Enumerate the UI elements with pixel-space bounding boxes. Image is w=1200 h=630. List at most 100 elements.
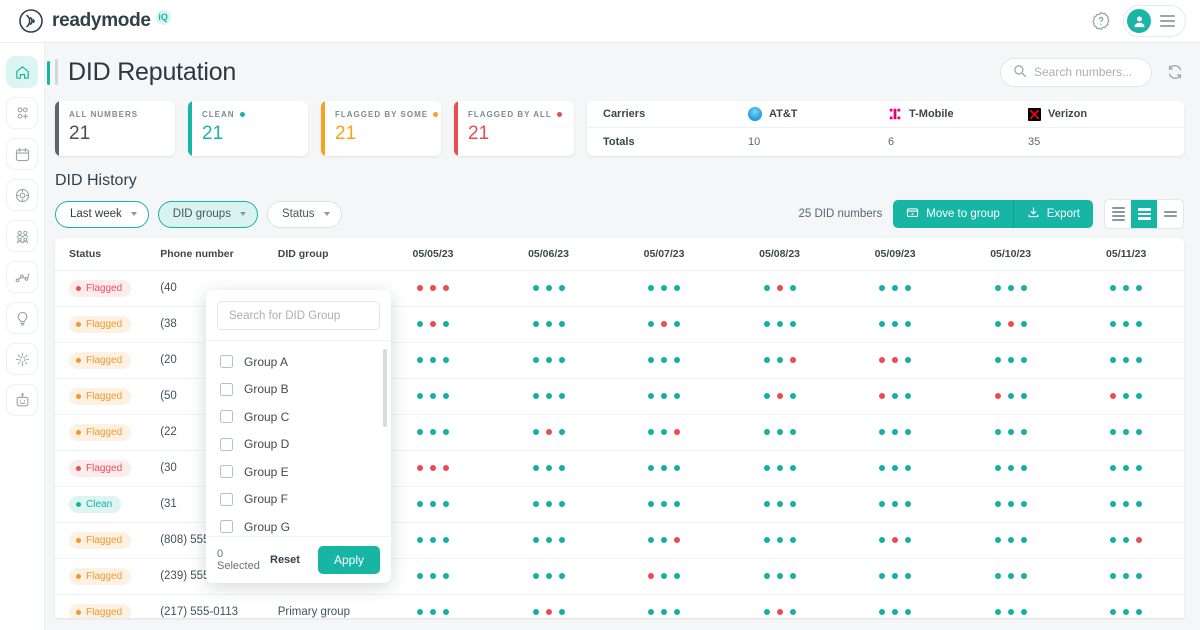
sidebar-item-insights[interactable] (6, 302, 38, 334)
cell-day-status[interactable] (491, 270, 607, 306)
app-logo[interactable]: readymode iQ (18, 8, 171, 34)
sidebar-item-add-contact[interactable] (6, 97, 38, 129)
cell-day-status[interactable] (375, 522, 491, 558)
cell-day-status[interactable] (722, 522, 838, 558)
cell-day-status[interactable] (1068, 306, 1184, 342)
did-group-option-list[interactable]: Group AGroup BGroup CGroup DGroup EGroup… (206, 340, 391, 536)
cell-day-status[interactable] (953, 270, 1069, 306)
cell-day-status[interactable] (953, 486, 1069, 522)
cell-day-status[interactable] (375, 414, 491, 450)
cell-day-status[interactable] (375, 378, 491, 414)
dropdown-scrollbar[interactable] (383, 349, 387, 427)
did-group-option[interactable]: Group D (206, 431, 391, 459)
cell-day-status[interactable] (1068, 522, 1184, 558)
did-group-option[interactable]: Group E (206, 458, 391, 486)
cell-day-status[interactable] (953, 594, 1069, 618)
cell-day-status[interactable] (953, 342, 1069, 378)
cell-day-status[interactable] (953, 306, 1069, 342)
cell-day-status[interactable] (722, 414, 838, 450)
view-mode-comfortable[interactable] (1131, 200, 1157, 228)
filter-status[interactable]: Status (267, 201, 342, 228)
checkbox-icon[interactable] (220, 438, 233, 451)
cell-day-status[interactable] (491, 486, 607, 522)
sidebar-item-automation[interactable] (6, 384, 38, 416)
cell-day-status[interactable] (722, 342, 838, 378)
column-did-group[interactable]: DID group (264, 238, 375, 270)
user-menu[interactable] (1123, 5, 1186, 37)
hamburger-menu-icon[interactable] (1160, 15, 1175, 27)
cell-day-status[interactable] (1068, 450, 1184, 486)
cell-day-status[interactable] (375, 558, 491, 594)
cell-day-status[interactable] (606, 270, 722, 306)
stat-card-flagged-by-all[interactable]: FLAGGED BY ALL 21 (454, 101, 574, 156)
filter-last-week[interactable]: Last week (55, 201, 149, 228)
refresh-icon[interactable] (1166, 63, 1184, 81)
move-to-group-button[interactable]: Move to group (893, 200, 1013, 228)
cell-day-status[interactable] (1068, 342, 1184, 378)
cell-day-status[interactable] (837, 486, 953, 522)
cell-day-status[interactable] (491, 342, 607, 378)
cell-day-status[interactable] (953, 522, 1069, 558)
cell-day-status[interactable] (375, 270, 491, 306)
view-mode-compact[interactable] (1105, 200, 1131, 228)
did-group-option[interactable]: Group B (206, 376, 391, 404)
column-date-0[interactable]: 05/05/23 (375, 238, 491, 270)
sidebar-item-ai-assist[interactable] (6, 343, 38, 375)
cell-day-status[interactable] (606, 414, 722, 450)
cell-day-status[interactable] (837, 306, 953, 342)
cell-day-status[interactable] (491, 558, 607, 594)
cell-day-status[interactable] (491, 522, 607, 558)
sidebar-item-target[interactable] (6, 179, 38, 211)
cell-day-status[interactable] (837, 270, 953, 306)
did-group-option[interactable]: Group C (206, 403, 391, 431)
cell-day-status[interactable] (953, 558, 1069, 594)
column-status[interactable]: Status (55, 238, 146, 270)
cell-day-status[interactable] (837, 558, 953, 594)
column-date-4[interactable]: 05/09/23 (837, 238, 953, 270)
cell-day-status[interactable] (722, 378, 838, 414)
cell-day-status[interactable] (1068, 486, 1184, 522)
view-mode-spacious[interactable] (1157, 200, 1183, 228)
cell-day-status[interactable] (606, 594, 722, 618)
cell-day-status[interactable] (375, 486, 491, 522)
sidebar-item-calendar[interactable] (6, 138, 38, 170)
did-group-option[interactable]: Group F (206, 486, 391, 514)
cell-day-status[interactable] (837, 378, 953, 414)
checkbox-icon[interactable] (220, 520, 233, 533)
checkbox-icon[interactable] (220, 355, 233, 368)
sidebar-item-analytics[interactable] (6, 261, 38, 293)
cell-day-status[interactable] (722, 270, 838, 306)
cell-day-status[interactable] (491, 378, 607, 414)
cell-day-status[interactable] (375, 450, 491, 486)
cell-day-status[interactable] (606, 342, 722, 378)
cell-day-status[interactable] (837, 342, 953, 378)
sidebar-item-users[interactable] (6, 220, 38, 252)
cell-day-status[interactable] (491, 414, 607, 450)
cell-day-status[interactable] (1068, 378, 1184, 414)
search-input[interactable]: Search numbers... (1000, 58, 1152, 87)
checkbox-icon[interactable] (220, 493, 233, 506)
cell-day-status[interactable] (837, 450, 953, 486)
stat-card-all-numbers[interactable]: ALL NUMBERS 21 (55, 101, 175, 156)
column-date-2[interactable]: 05/07/23 (606, 238, 722, 270)
cell-day-status[interactable] (375, 594, 491, 618)
cell-day-status[interactable] (491, 306, 607, 342)
cell-day-status[interactable] (606, 522, 722, 558)
column-phone-number[interactable]: Phone number (146, 238, 264, 270)
reset-button[interactable]: Reset (270, 554, 300, 566)
did-group-option[interactable]: Group G (206, 513, 391, 536)
column-date-3[interactable]: 05/08/23 (722, 238, 838, 270)
cell-day-status[interactable] (375, 306, 491, 342)
checkbox-icon[interactable] (220, 410, 233, 423)
cell-day-status[interactable] (491, 594, 607, 618)
cell-day-status[interactable] (1068, 594, 1184, 618)
cell-day-status[interactable] (1068, 270, 1184, 306)
column-date-5[interactable]: 05/10/23 (953, 238, 1069, 270)
sidebar-item-home[interactable] (6, 56, 38, 88)
cell-day-status[interactable] (722, 450, 838, 486)
filter-did-groups[interactable]: DID groups (158, 201, 258, 228)
stat-card-flagged-by-some[interactable]: FLAGGED BY SOME 21 (321, 101, 441, 156)
did-group-option[interactable]: Group A (206, 348, 391, 376)
cell-day-status[interactable] (837, 414, 953, 450)
apply-button[interactable]: Apply (318, 546, 380, 574)
